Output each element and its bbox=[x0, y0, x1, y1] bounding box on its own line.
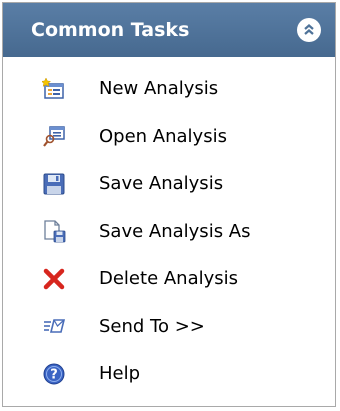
delete-icon bbox=[41, 266, 67, 292]
task-save-analysis-as[interactable]: Save Analysis As bbox=[3, 208, 335, 256]
task-open-analysis[interactable]: Open Analysis bbox=[3, 113, 335, 161]
task-label: Save Analysis bbox=[99, 173, 224, 195]
open-analysis-icon bbox=[41, 123, 67, 149]
send-to-icon bbox=[41, 313, 67, 339]
task-send-to[interactable]: Send To >> bbox=[3, 303, 335, 351]
panel-header[interactable]: Common Tasks bbox=[3, 3, 335, 57]
task-help[interactable]: ? Help bbox=[3, 350, 335, 398]
common-tasks-panel: Common Tasks New Analysis Open Analysis … bbox=[2, 2, 336, 407]
task-delete-analysis[interactable]: Delete Analysis bbox=[3, 255, 335, 303]
collapse-button[interactable] bbox=[297, 18, 321, 42]
save-icon bbox=[41, 171, 67, 197]
panel-title: Common Tasks bbox=[31, 19, 190, 41]
task-save-analysis[interactable]: Save Analysis bbox=[3, 160, 335, 208]
task-new-analysis[interactable]: New Analysis bbox=[3, 65, 335, 113]
task-label: Open Analysis bbox=[99, 125, 227, 147]
new-analysis-icon bbox=[41, 76, 67, 102]
svg-text:?: ? bbox=[50, 367, 58, 382]
help-icon: ? bbox=[41, 361, 67, 387]
task-label: Delete Analysis bbox=[99, 268, 239, 290]
save-as-icon bbox=[41, 218, 67, 244]
task-label: Send To >> bbox=[99, 315, 205, 337]
task-list: New Analysis Open Analysis Save Analysis… bbox=[3, 57, 335, 398]
task-label: Save Analysis As bbox=[99, 220, 251, 242]
double-chevron-up-icon bbox=[304, 24, 314, 35]
task-label: New Analysis bbox=[99, 78, 219, 100]
task-label: Help bbox=[99, 363, 141, 385]
